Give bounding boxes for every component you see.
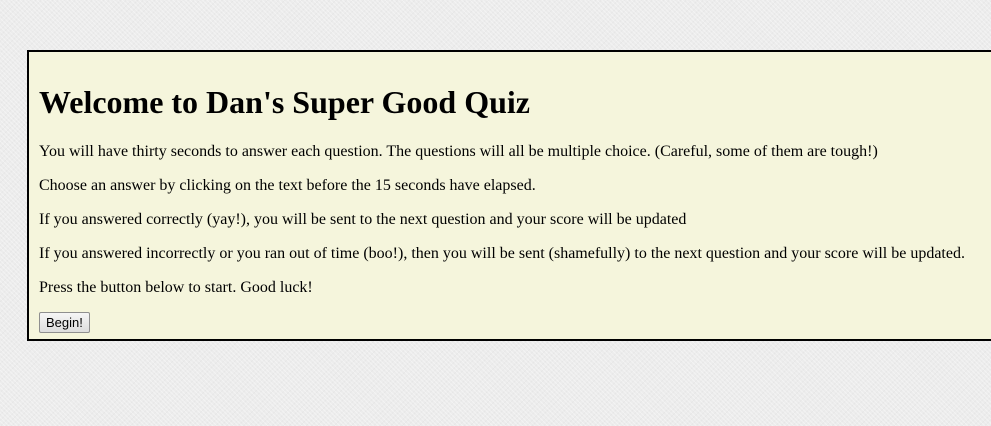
quiz-title: Welcome to Dan's Super Good Quiz (39, 84, 530, 120)
instruction-choose-answer: Choose an answer by clicking on the text… (39, 177, 536, 194)
quiz-panel: Welcome to Dan's Super Good Quiz You wil… (27, 50, 991, 341)
instruction-time-limit: You will have thirty seconds to answer e… (39, 143, 878, 160)
instruction-correct-answer: If you answered correctly (yay!), you wi… (39, 211, 687, 228)
instruction-incorrect-answer: If you answered incorrectly or you ran o… (39, 245, 965, 262)
instruction-start: Press the button below to start. Good lu… (39, 279, 313, 296)
begin-button[interactable]: Begin! (39, 312, 90, 333)
